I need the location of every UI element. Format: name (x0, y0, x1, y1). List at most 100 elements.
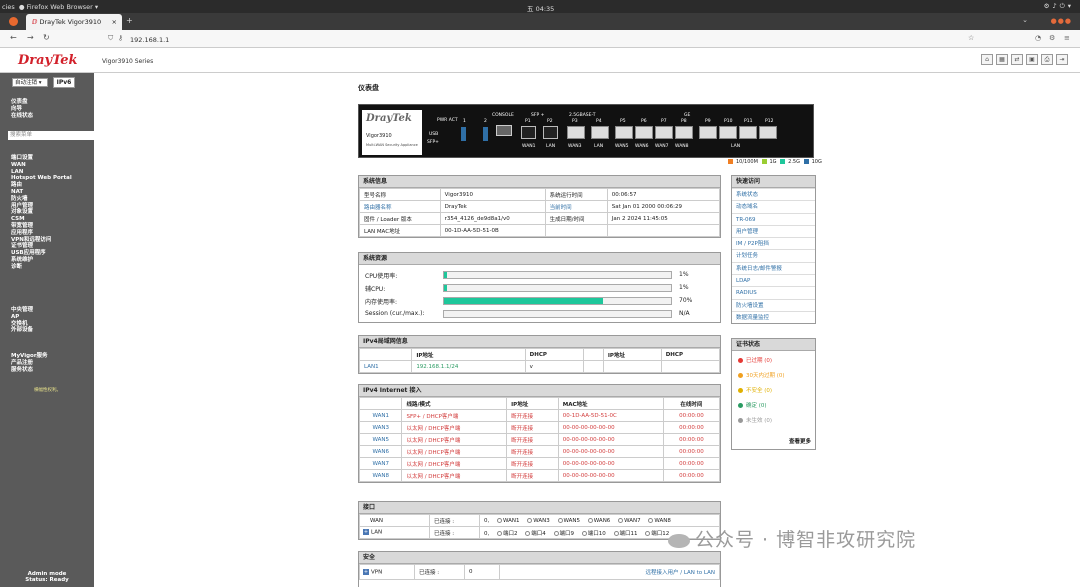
ethernet-port-p6[interactable] (635, 126, 653, 139)
lock-icon[interactable]: ⚷ (118, 34, 123, 42)
lan-item[interactable]: 端口11 (620, 531, 638, 537)
ipv6-button[interactable]: IPv6 (53, 77, 75, 88)
sfp-port-p1[interactable] (521, 126, 536, 139)
wan-link[interactable]: WAN7 (358, 457, 403, 470)
sidebar-item[interactable]: 向导 (11, 106, 33, 113)
sidebar-item[interactable]: 端口设置 (11, 155, 72, 162)
ethernet-port-p12[interactable] (759, 126, 777, 139)
quick-access-item[interactable]: 系统日志/邮件警报 (732, 261, 815, 274)
router-name-link[interactable]: 路由器名称 (359, 200, 441, 213)
cert-status-item[interactable]: 未生效 (0) (732, 414, 815, 429)
shield-icon[interactable]: ⛉ (108, 34, 113, 43)
sfp-port-p2[interactable] (543, 126, 558, 139)
new-tab-button[interactable]: + (126, 16, 133, 25)
lan-item[interactable]: 端口2 (503, 531, 518, 537)
vpn-links[interactable]: 远程接入用户 / LAN to LAN (499, 564, 720, 580)
wan-item[interactable]: WAN3 (533, 518, 550, 524)
grid-icon[interactable]: ▦ (996, 54, 1008, 65)
cert-status-item[interactable]: 已过期 (0) (732, 354, 815, 369)
sidebar-item[interactable]: 外部设备 (11, 327, 33, 334)
sidebar-item[interactable]: 产品注册 (11, 360, 48, 367)
sidebar-item[interactable]: 防火墙 (11, 196, 72, 203)
wan-link[interactable]: WAN5 (358, 433, 403, 446)
cert-status-item[interactable]: 不安全 (0) (732, 384, 815, 399)
lan-item[interactable]: 端口9 (560, 531, 575, 537)
quick-access-item[interactable]: 系统状态 (732, 188, 815, 200)
sidebar-item[interactable]: 带宽管理 (11, 223, 72, 230)
quick-access-item[interactable]: 动态域名 (732, 200, 815, 212)
save-icon[interactable]: ▣ (1026, 54, 1038, 65)
ethernet-port-p5[interactable] (615, 126, 633, 139)
current-time-link[interactable]: 当前时间 (544, 200, 608, 213)
extensions-icon[interactable]: ⚙ (1049, 34, 1055, 42)
url-field[interactable]: 192.168.1.1 (130, 36, 169, 44)
system-tray-icons[interactable]: ⚙♪⏻▾ (1044, 2, 1074, 11)
sidebar-item[interactable]: 对象设置 (11, 209, 72, 216)
lan-item[interactable]: 端口4 (531, 531, 546, 537)
sidebar-item[interactable]: USB应用程序 (11, 250, 72, 257)
lan1-link[interactable]: LAN1 (358, 360, 413, 373)
quick-access-item[interactable]: 用户管理 (732, 224, 815, 237)
activities-label[interactable]: cies ● Firefox Web Browser ▾ (2, 3, 98, 11)
sidebar-item[interactable]: 路由 (11, 182, 72, 189)
sidebar-item[interactable]: 应用程序 (11, 230, 72, 237)
logout-icon[interactable]: ⇥ (1056, 54, 1068, 65)
wan-item[interactable]: WAN1 (503, 518, 520, 524)
ethernet-port-p7[interactable] (655, 126, 673, 139)
sidebar-item[interactable]: LAN (11, 169, 72, 176)
close-tab-icon[interactable]: × (112, 14, 117, 30)
home-icon[interactable]: ⌂ (981, 54, 993, 65)
sidebar-item[interactable]: 系统维护 (11, 257, 72, 264)
lan-item[interactable]: 端口12 (651, 531, 669, 537)
wan-link[interactable]: WAN1 (358, 409, 403, 422)
wan-link[interactable]: WAN6 (358, 445, 403, 458)
wan-link[interactable]: WAN3 (358, 421, 403, 434)
quick-access-item[interactable]: 防火墙设置 (732, 298, 815, 311)
sidebar-item[interactable]: NAT (11, 189, 72, 196)
cert-status-item[interactable]: 30天内过期 (0) (732, 369, 815, 384)
ethernet-port-p4[interactable] (591, 126, 609, 139)
sidebar-item[interactable]: 中央管理 (11, 307, 33, 314)
expand-icon[interactable]: + (363, 568, 369, 575)
wan-item[interactable]: WAN8 (654, 518, 671, 524)
pocket-icon[interactable]: ◔ (1035, 34, 1041, 42)
back-arrow-icon[interactable]: ← (10, 33, 17, 42)
expand-icon[interactable]: + (363, 529, 369, 536)
tab-draytek[interactable]: ⅅ DrayTek Vigor3910 × (26, 14, 122, 30)
quick-access-item[interactable]: LDAP (732, 274, 815, 286)
ethernet-port-p11[interactable] (739, 126, 757, 139)
wan-item[interactable]: WAN6 (594, 518, 611, 524)
quick-access-item[interactable]: 数据流量监控 (732, 310, 815, 323)
ethernet-port-p3[interactable] (567, 126, 585, 139)
quick-access-item[interactable]: TR-069 (732, 212, 815, 225)
console-port[interactable] (496, 125, 512, 136)
lan-item[interactable]: 端口10 (588, 531, 606, 537)
sidebar-item[interactable]: CSM (11, 216, 72, 223)
ethernet-port-p10[interactable] (719, 126, 737, 139)
ethernet-port-p9[interactable] (699, 126, 717, 139)
sidebar-item[interactable]: 服务状态 (11, 367, 48, 374)
quick-access-item[interactable]: 计划任务 (732, 249, 815, 261)
sidebar-item[interactable]: WAN (11, 162, 72, 169)
usb-port-2[interactable] (483, 127, 488, 141)
menu-search-input[interactable]: 搜索菜单 (8, 131, 94, 140)
wan-item[interactable]: WAN7 (624, 518, 641, 524)
sidebar-item[interactable]: MyVigor服务 (11, 353, 48, 360)
view-more-link[interactable]: 查看更多 (789, 437, 811, 445)
wan-item[interactable]: WAN5 (564, 518, 581, 524)
forward-arrow-icon[interactable]: → (27, 33, 34, 42)
sidebar-item[interactable]: 仪表盘 (11, 99, 33, 106)
ethernet-port-p8[interactable] (675, 126, 693, 139)
sidebar-item[interactable]: 在线状态 (11, 113, 33, 120)
cert-status-item[interactable]: 确定 (0) (732, 399, 815, 414)
export-icon[interactable]: ⎙ (1041, 54, 1053, 65)
window-controls[interactable]: ●●● (1051, 17, 1072, 25)
tab-list-icon[interactable]: ⌄ (1022, 16, 1028, 24)
auto-logout-select[interactable]: 自动注销 ▾ (12, 78, 48, 87)
sync-icon[interactable]: ⇄ (1011, 54, 1023, 65)
sidebar-item[interactable]: AP (11, 314, 33, 321)
menu-icon[interactable]: ≡ (1064, 34, 1070, 42)
reload-icon[interactable]: ↻ (43, 33, 50, 42)
wan-link[interactable]: WAN8 (358, 469, 403, 482)
sidebar-item[interactable]: 诊断 (11, 264, 72, 271)
